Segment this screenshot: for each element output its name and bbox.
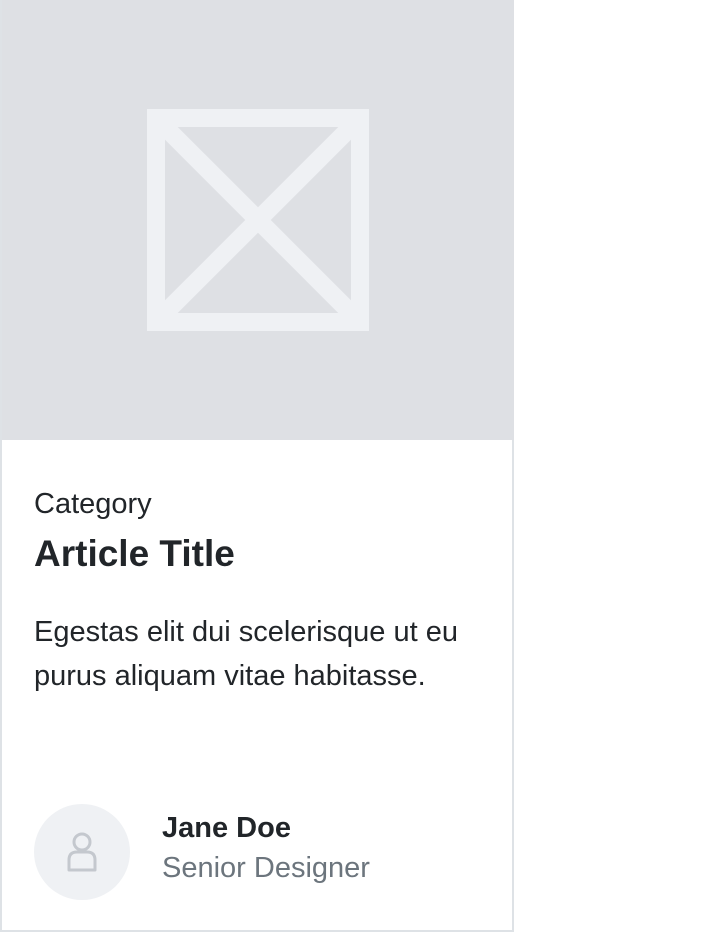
author-name: Jane Doe xyxy=(162,812,291,844)
author-block: Jane Doe Senior Designer xyxy=(34,804,494,900)
card-image-placeholder xyxy=(2,0,514,440)
article-card[interactable]: Category Article Title Egestas elit dui … xyxy=(0,0,514,932)
article-description: Egestas elit dui scelerisque ut eu purus… xyxy=(34,616,458,692)
image-placeholder-icon xyxy=(147,109,369,331)
avatar xyxy=(34,804,130,900)
article-title[interactable]: Article Title xyxy=(34,533,235,575)
user-icon xyxy=(67,832,97,872)
article-category: Category xyxy=(34,488,152,520)
author-role: Senior Designer xyxy=(162,852,370,884)
